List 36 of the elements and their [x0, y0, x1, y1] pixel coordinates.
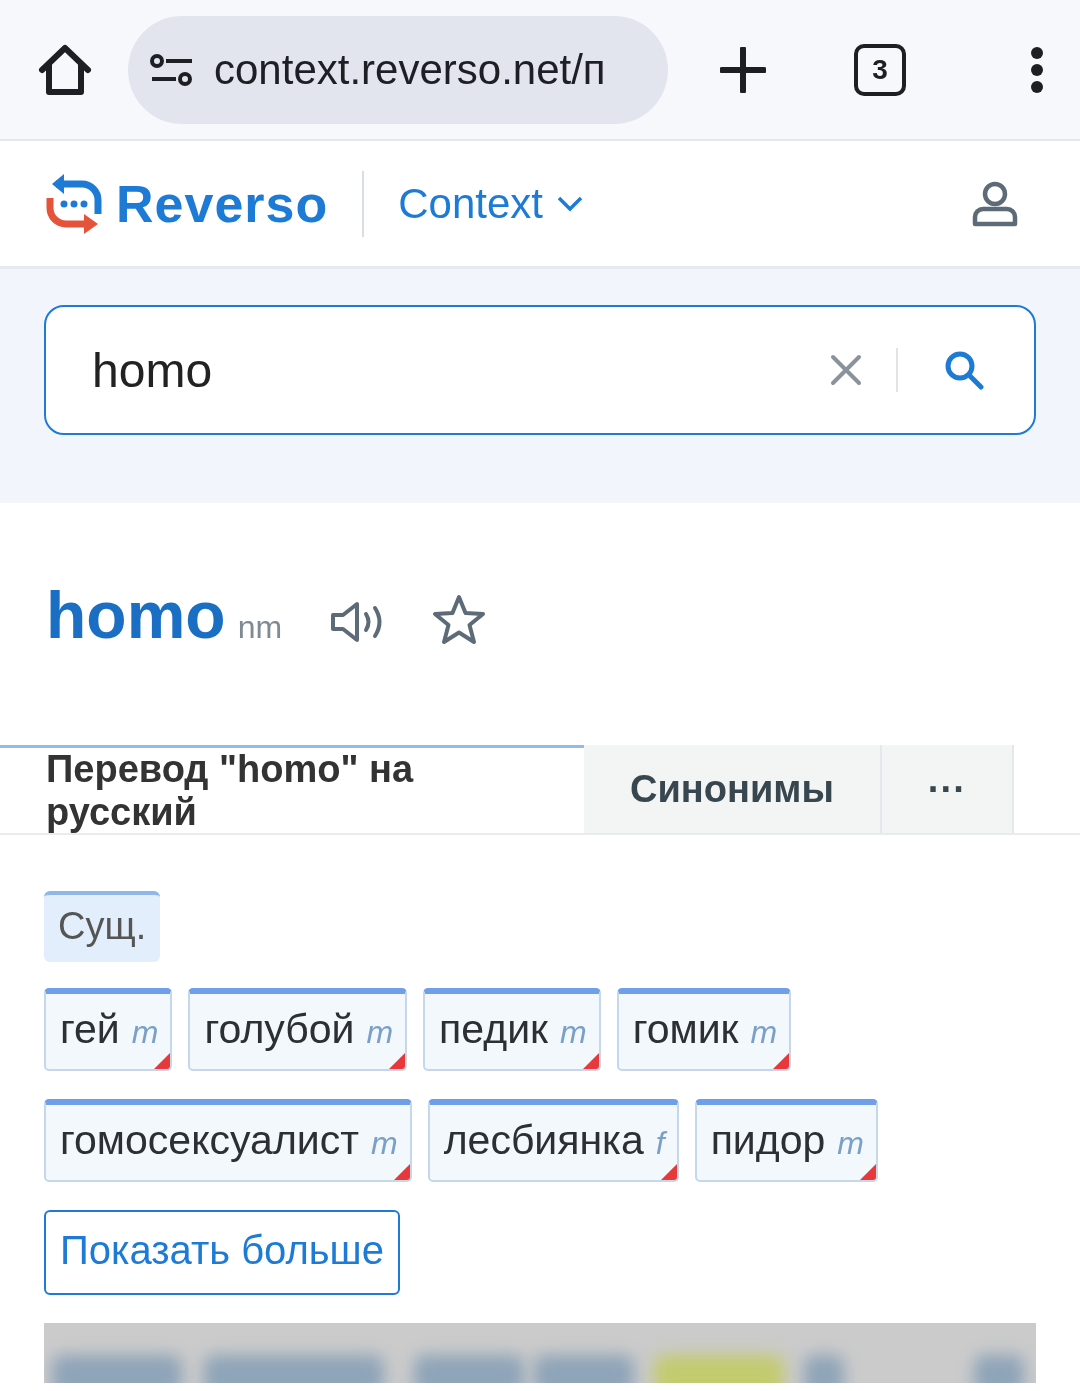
- tab-count-button[interactable]: 3: [854, 43, 906, 96]
- part-of-speech-tag: Сущ.: [44, 891, 161, 962]
- search-field[interactable]: homo: [44, 305, 1036, 435]
- corner-mark: [389, 1053, 406, 1069]
- search-icon[interactable]: [944, 350, 984, 390]
- home-icon[interactable]: [38, 43, 92, 96]
- address-bar[interactable]: context.reverso.net/п: [128, 15, 668, 124]
- show-more-button[interactable]: Показать больше: [44, 1210, 400, 1295]
- plus-icon[interactable]: [720, 46, 766, 93]
- translation-chip[interactable]: лесбиянка f: [427, 1099, 679, 1182]
- chevron-down-icon: [557, 195, 583, 212]
- tab[interactable]: Перевод "homo" на русский: [0, 745, 584, 833]
- url-text: context.reverso.net/п: [214, 45, 606, 94]
- translation-chip[interactable]: пидор m: [694, 1099, 878, 1182]
- more-icon[interactable]: [1030, 45, 1044, 94]
- translation-chip[interactable]: педик m: [423, 988, 601, 1071]
- corner-mark: [393, 1164, 410, 1180]
- translation-chip[interactable]: гомик m: [616, 988, 792, 1071]
- user-icon[interactable]: [972, 180, 1018, 227]
- corner-mark: [773, 1053, 790, 1069]
- corner-mark: [154, 1053, 171, 1069]
- corner-mark: [859, 1164, 876, 1180]
- product-menu[interactable]: Context: [398, 179, 583, 228]
- corner-mark: [582, 1053, 599, 1069]
- star-icon[interactable]: [432, 594, 487, 646]
- translation-chip[interactable]: гей m: [44, 988, 173, 1071]
- headword: homo: [46, 582, 226, 648]
- grammar-label: nm: [237, 609, 283, 646]
- logo-text: Reverso: [116, 173, 329, 234]
- tab[interactable]: Синонимы: [584, 745, 882, 833]
- corner-mark: [660, 1164, 677, 1180]
- clear-icon[interactable]: [830, 354, 862, 386]
- site-settings-icon: [150, 52, 194, 87]
- translation-chip[interactable]: гомосексуалист m: [44, 1099, 412, 1182]
- tab[interactable]: ···: [881, 745, 1014, 833]
- translation-chip[interactable]: голубой m: [188, 988, 408, 1071]
